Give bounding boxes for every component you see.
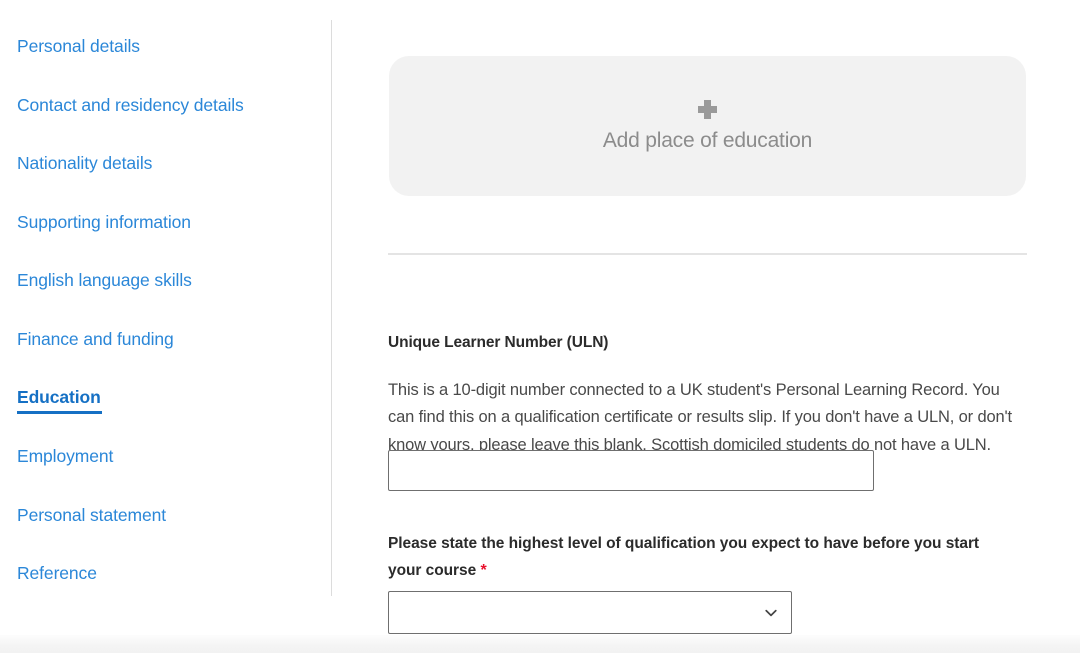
sidebar-item-education[interactable]: Education [17,387,102,414]
sidebar-item-contact-and-residency-details[interactable]: Contact and residency details [17,95,244,115]
sidebar-item-label: Finance and funding [17,329,174,349]
page-bottom-band [0,635,1080,653]
sidebar-item-label: Employment [17,446,114,466]
sidebar-item-label: English language skills [17,270,192,290]
sidebar-item-label: Personal statement [17,505,166,525]
sidebar-item-finance-and-funding[interactable]: Finance and funding [17,329,174,349]
section-navigation-sidebar: Personal details Contact and residency d… [0,0,331,653]
education-form-content: Add place of education Unique Learner Nu… [331,0,1080,653]
sidebar-item-label: Personal details [17,36,140,56]
sidebar-item-personal-statement[interactable]: Personal statement [17,505,166,525]
highest-qualification-label-text: Please state the highest level of qualif… [388,535,980,579]
required-asterisk: * [480,562,487,579]
active-item-underline [17,411,102,414]
sidebar-item-reference[interactable]: Reference [17,563,97,583]
sidebar-item-personal-details[interactable]: Personal details [17,36,140,56]
highest-qualification-select[interactable] [388,591,792,634]
sidebar-item-english-language-skills[interactable]: English language skills [17,270,192,290]
sidebar-item-label: Nationality details [17,153,153,173]
education-page: Personal details Contact and residency d… [0,0,1080,653]
plus-icon [698,99,717,119]
sidebar-item-label: Education [17,387,101,407]
add-place-of-education-label: Add place of education [602,128,813,152]
highest-qualification-label: Please state the highest level of qualif… [388,530,1013,584]
uln-input[interactable] [388,450,874,491]
sidebar-item-nationality-details[interactable]: Nationality details [17,153,152,173]
section-divider [388,253,1027,255]
sidebar-item-supporting-information[interactable]: Supporting information [17,212,191,232]
uln-heading: Unique Learner Number (ULN) [388,334,609,351]
sidebar-item-label: Supporting information [17,212,191,232]
uln-description: This is a 10-digit number connected to a… [388,380,1012,454]
highest-qualification-select-wrapper [388,591,792,634]
sidebar-item-label: Contact and residency details [17,95,244,115]
add-place-of-education-button[interactable]: Add place of education [389,56,1026,196]
sidebar-item-employment[interactable]: Employment [17,446,113,466]
sidebar-item-label: Reference [17,563,97,583]
